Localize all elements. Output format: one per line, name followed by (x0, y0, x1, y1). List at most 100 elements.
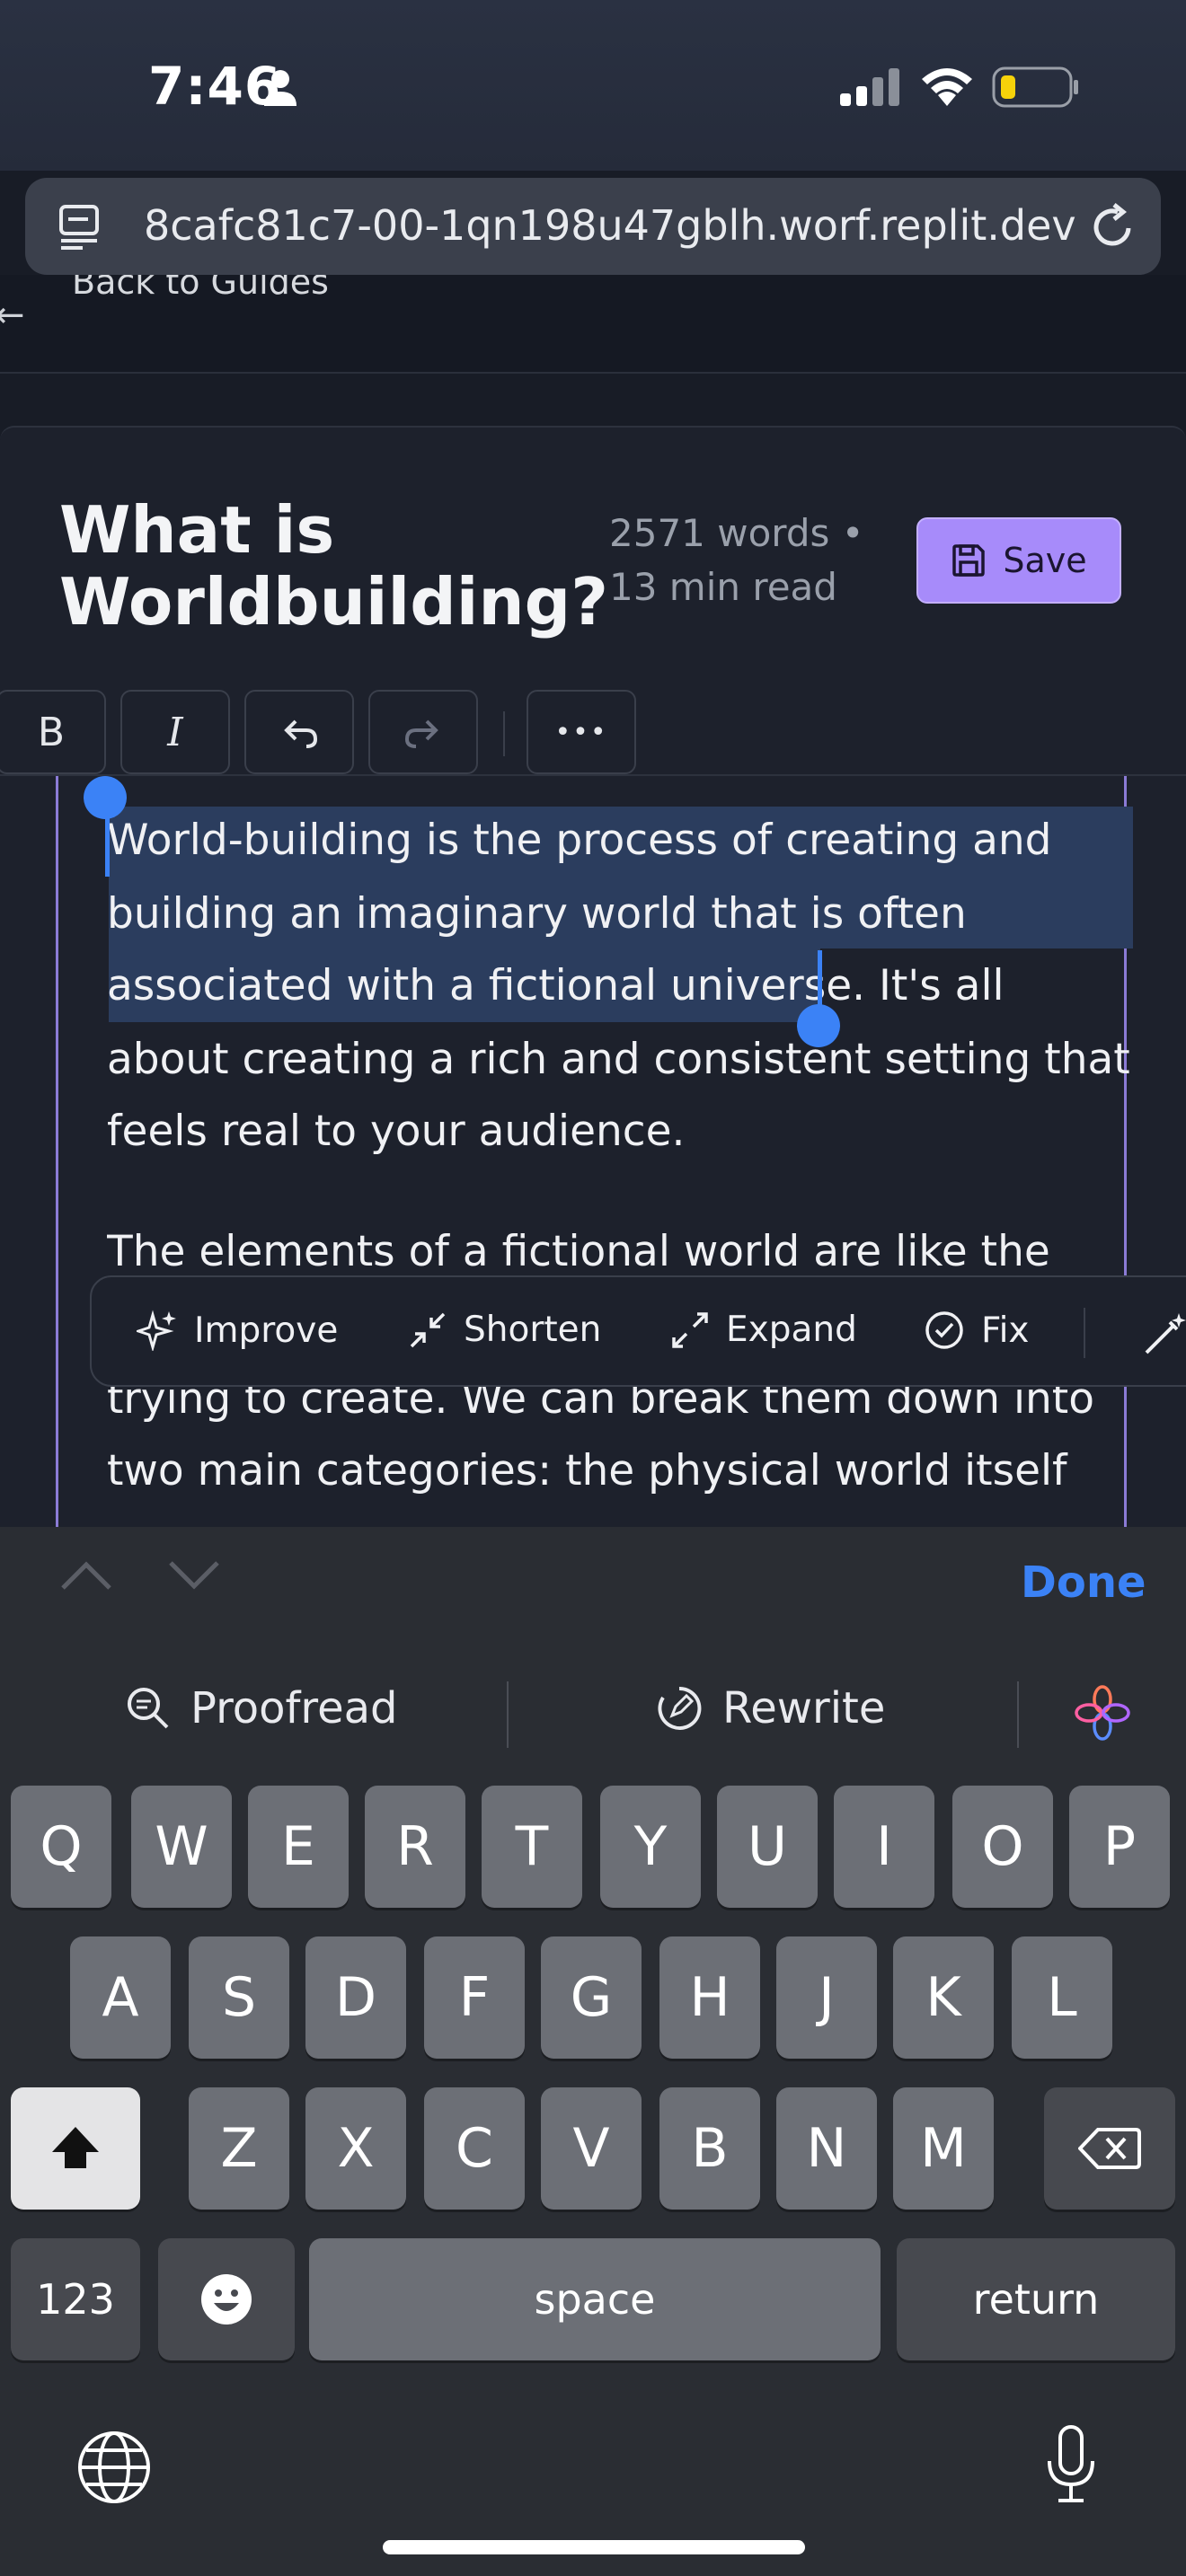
proofread-button[interactable]: Proofread (126, 1683, 398, 1734)
chevron-up-icon[interactable] (59, 1559, 113, 1592)
selection-end-handle[interactable] (797, 1004, 840, 1047)
redo-button[interactable] (368, 690, 478, 774)
check-circle-icon (925, 1311, 963, 1349)
key-m[interactable]: M (893, 2087, 994, 2210)
cellular-signal-icon (840, 68, 899, 106)
shift-key[interactable] (11, 2087, 140, 2210)
key-b[interactable]: B (659, 2087, 760, 2210)
page-title: What is Worldbuilding? (59, 494, 608, 638)
status-bar: 7:46 (0, 0, 1186, 171)
italic-button[interactable]: I (120, 690, 230, 774)
key-j[interactable]: J (776, 1936, 877, 2059)
key-k[interactable]: K (893, 1936, 994, 2059)
proofread-label: Proofread (190, 1683, 398, 1734)
key-r[interactable]: R (365, 1786, 465, 1908)
ai-toolbar-divider (1084, 1308, 1085, 1358)
key-w[interactable]: W (131, 1786, 232, 1908)
paragraph-line: associated with a fictional universe. It… (107, 961, 1005, 1010)
paragraph-line: building an imaginary world that is ofte… (107, 889, 967, 939)
shorten-button[interactable]: Shorten (408, 1310, 601, 1350)
key-i[interactable]: I (834, 1786, 934, 1908)
bold-button[interactable]: B (0, 690, 106, 774)
title-line-1: What is (59, 492, 335, 568)
key-a[interactable]: A (70, 1936, 171, 2059)
key-x[interactable]: X (305, 2087, 406, 2210)
italic-label: I (167, 709, 183, 755)
improve-button[interactable]: Improve (137, 1310, 338, 1351)
shrink-icon (410, 1312, 446, 1347)
shorten-label: Shorten (464, 1310, 602, 1350)
browser-url-bar[interactable]: 8cafc81c7-00-1qn198u47gblh.worf.replit.d… (25, 178, 1161, 275)
read-time: 13 min read (609, 565, 837, 609)
magnifier-icon (128, 1688, 169, 1729)
backspace-icon (1078, 2128, 1141, 2169)
shift-arrow-icon (52, 2127, 99, 2168)
keyboard: Done Proofread Rewrite Q W E R T Y U I O… (0, 1527, 1186, 2576)
tabs-icon[interactable] (56, 203, 102, 250)
word-count: 2571 words • (609, 511, 864, 555)
key-y[interactable]: Y (600, 1786, 701, 1908)
numbers-key[interactable]: 123 (11, 2238, 140, 2360)
title-line-2: Worldbuilding? (59, 564, 608, 640)
paragraph-line-partial: The elements of a fictional world are li… (107, 1227, 1050, 1266)
key-u[interactable]: U (717, 1786, 818, 1908)
save-icon (952, 544, 986, 577)
chevron-down-icon[interactable] (167, 1559, 221, 1592)
sparkles-icon (137, 1310, 176, 1351)
fix-button[interactable]: Fix (924, 1310, 1030, 1351)
key-t[interactable]: T (482, 1786, 582, 1908)
back-to-guides-link[interactable]: Back to Guides (72, 275, 329, 302)
undo-button[interactable] (244, 690, 354, 774)
expand-label: Expand (726, 1310, 857, 1350)
key-f[interactable]: F (424, 1936, 525, 2059)
more-options-button[interactable]: ••• (527, 690, 636, 774)
key-h[interactable]: H (659, 1936, 760, 2059)
key-s[interactable]: S (189, 1936, 289, 2059)
key-z[interactable]: Z (189, 2087, 289, 2210)
improve-label: Improve (194, 1310, 339, 1351)
key-p[interactable]: P (1069, 1786, 1170, 1908)
paragraph-line: feels real to your audience. (107, 1107, 686, 1156)
key-e[interactable]: E (248, 1786, 349, 1908)
paragraph-line: two main categories: the physical world … (107, 1446, 1067, 1495)
emoji-icon (201, 2274, 252, 2325)
fix-label: Fix (981, 1310, 1030, 1351)
return-key[interactable]: return (897, 2238, 1175, 2360)
person-icon (264, 70, 296, 106)
editor-content[interactable]: World-building is the process of creatin… (56, 776, 1133, 1527)
save-button[interactable]: Save (916, 517, 1121, 604)
arrow-left-icon[interactable]: ← (0, 295, 25, 336)
globe-icon[interactable] (77, 2430, 151, 2504)
key-v[interactable]: V (541, 2087, 642, 2210)
save-label: Save (1003, 541, 1087, 580)
redo-icon (404, 719, 438, 748)
delete-key[interactable] (1044, 2087, 1175, 2210)
done-button[interactable]: Done (1021, 1557, 1146, 1608)
ai-actions-toolbar: Improve Shorten Expand Fix (90, 1275, 1186, 1387)
app-header: ← Back to Guides (0, 275, 1186, 374)
selected-text-end: associated with a fictional universe. (107, 961, 866, 1010)
paragraph-line: about creating a rich and consistent set… (107, 1035, 1130, 1084)
apple-intelligence-icon[interactable] (1075, 1685, 1130, 1741)
paragraph-line: World-building is the process of creatin… (107, 816, 1052, 865)
undo-icon (284, 719, 318, 748)
magic-wand-icon[interactable] (1143, 1311, 1186, 1356)
key-c[interactable]: C (424, 2087, 525, 2210)
expand-button[interactable]: Expand (670, 1310, 857, 1350)
emoji-key[interactable] (158, 2238, 295, 2360)
key-q[interactable]: Q (11, 1786, 111, 1908)
key-n[interactable]: N (776, 2087, 877, 2210)
key-o[interactable]: O (952, 1786, 1053, 1908)
toolbar-divider (503, 711, 505, 756)
more-options-label: ••• (554, 716, 608, 748)
rewrite-button[interactable]: Rewrite (656, 1683, 885, 1734)
microphone-icon[interactable] (1046, 2425, 1096, 2504)
suggestion-divider (1017, 1681, 1019, 1748)
key-g[interactable]: G (541, 1936, 642, 2059)
space-key[interactable]: space (309, 2238, 881, 2360)
key-l[interactable]: L (1012, 1936, 1112, 2059)
url-text[interactable]: 8cafc81c7-00-1qn198u47gblh.worf.replit.d… (144, 201, 1076, 250)
key-d[interactable]: D (305, 1936, 406, 2059)
selection-start-caret (105, 812, 110, 877)
reload-icon[interactable] (1089, 201, 1137, 251)
